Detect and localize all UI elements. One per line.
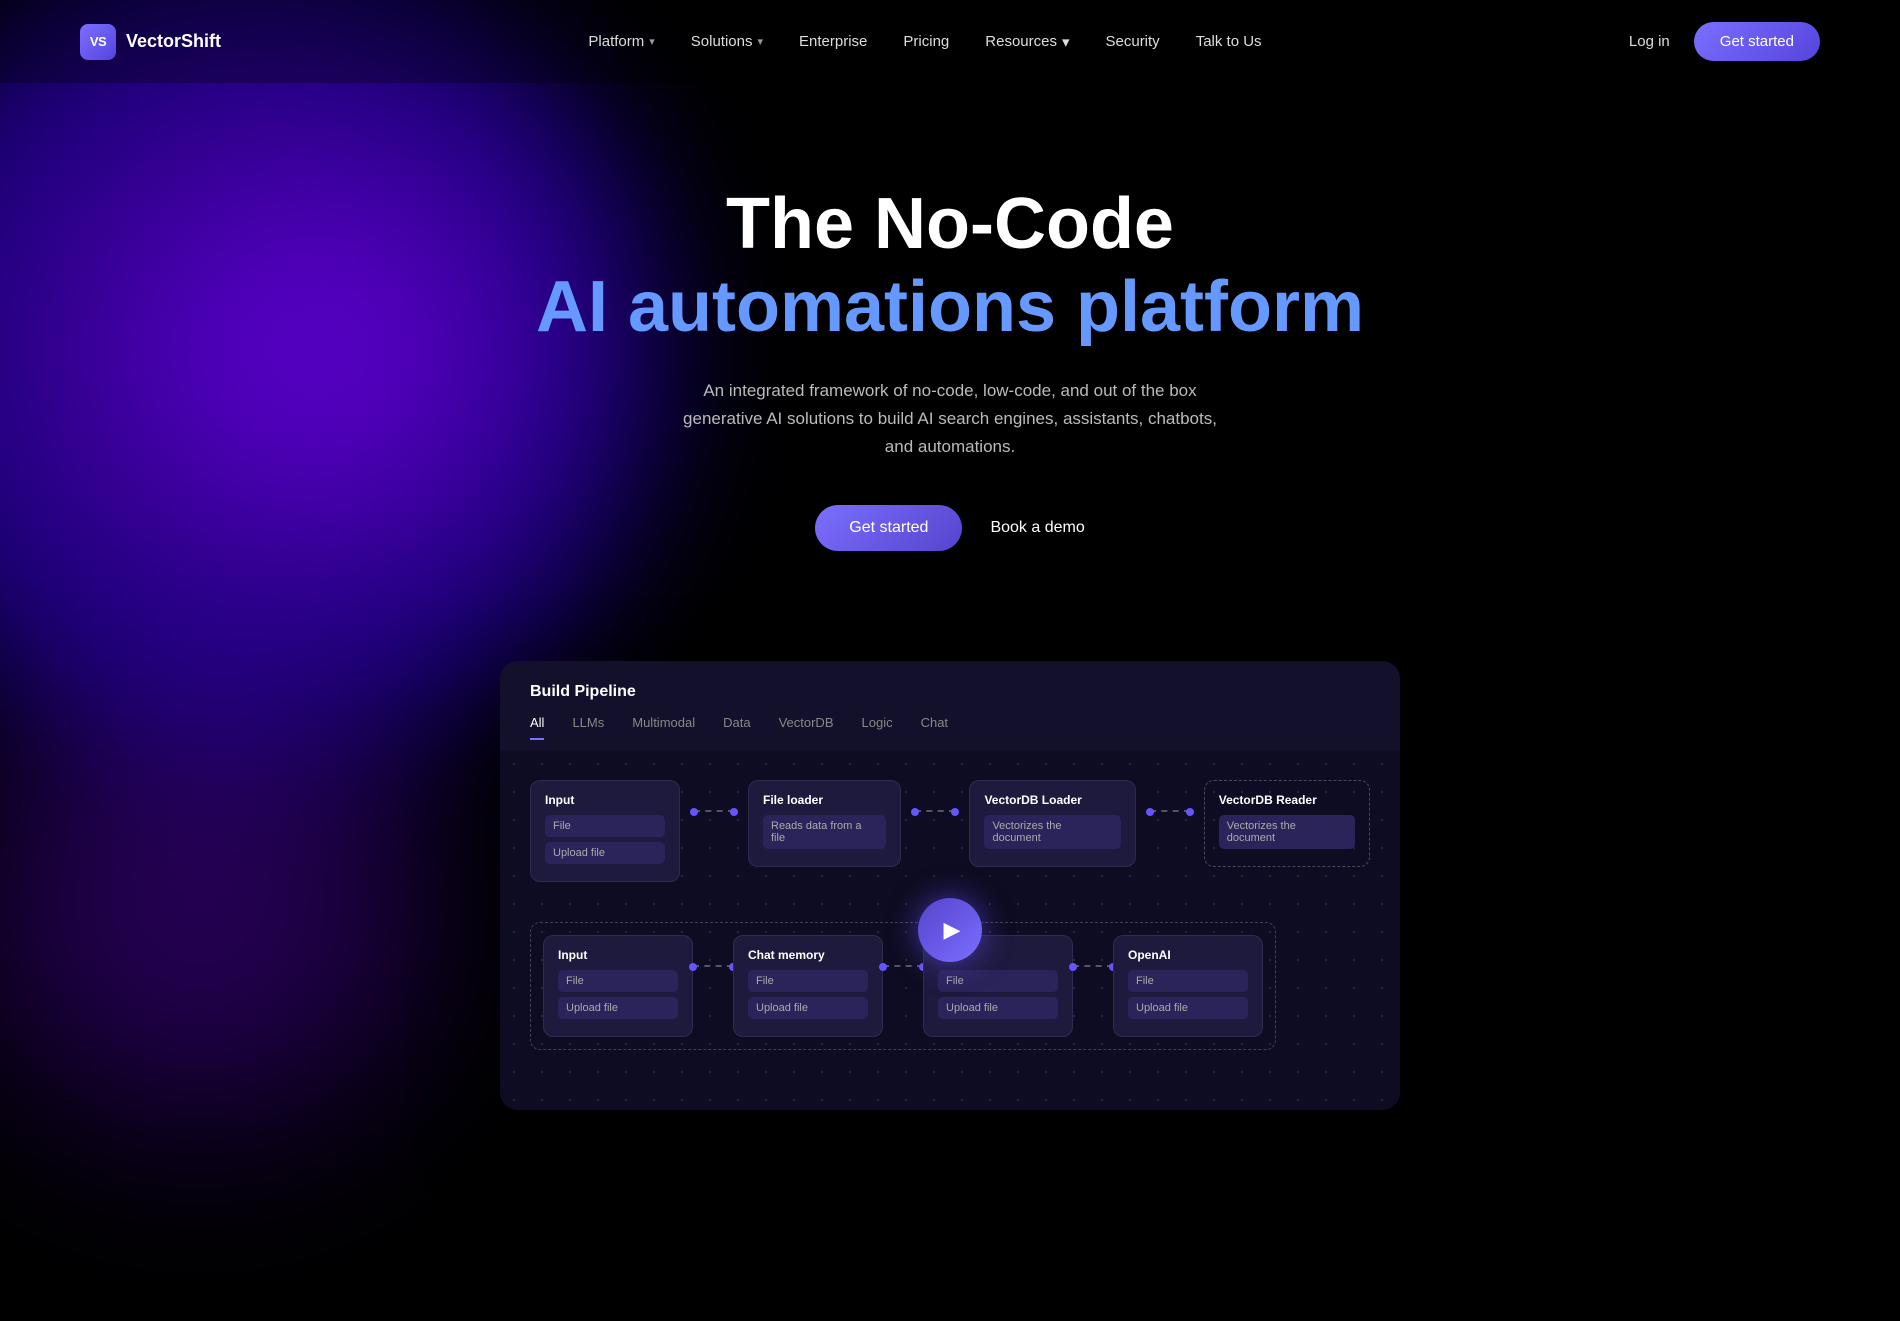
connector-line-6 (1073, 965, 1113, 967)
input-node-2-field-2: Upload file (558, 997, 678, 1019)
book-demo-button[interactable]: Book a demo (990, 519, 1084, 537)
vectordb-reader-field: Vectorizes the document (1219, 815, 1355, 849)
pipeline-tab-vectordb[interactable]: VectorDB (779, 715, 834, 740)
hero-title-line1: The No-Code (20, 183, 1880, 266)
input-node-2: Input File Upload file (543, 935, 693, 1037)
login-link[interactable]: Log in (1629, 33, 1670, 50)
vectordb-reader-node: VectorDB Reader Vectorizes the document (1204, 780, 1370, 867)
hero-section: The No-Code AI automations platform An i… (0, 83, 1900, 611)
vectordb-reader-title: VectorDB Reader (1219, 793, 1355, 807)
connector-5 (883, 935, 923, 967)
text-node-field-1: File (938, 970, 1058, 992)
file-loader-node: File loader Reads data from a file (748, 780, 901, 867)
get-started-nav-button[interactable]: Get started (1694, 22, 1820, 61)
nav-talk-to-us[interactable]: Talk to Us (1196, 33, 1262, 50)
openai-node: OpenAI File Upload file (1113, 935, 1263, 1037)
input-node-1: Input File Upload file (530, 780, 680, 882)
chat-memory-field-2: Upload file (748, 997, 868, 1019)
get-started-hero-button[interactable]: Get started (815, 505, 962, 551)
pipeline-tab-all[interactable]: All (530, 715, 544, 740)
logo-text: VectorShift (126, 31, 221, 52)
input-node-1-title: Input (545, 793, 665, 807)
navbar: VS VectorShift Platform ▾ Solutions ▾ En… (0, 0, 1900, 83)
pipeline-demo: Build Pipeline All LLMs Multimodal Data … (500, 661, 1400, 1110)
vectordb-loader-node: VectorDB Loader Vectorizes the document (969, 780, 1135, 867)
nav-security[interactable]: Security (1106, 33, 1160, 50)
pipeline-header: Build Pipeline (500, 661, 1400, 701)
play-icon: ▶ (944, 917, 961, 943)
chevron-down-icon: ▾ (758, 35, 764, 48)
connector-line-5 (883, 965, 923, 967)
nav-actions: Log in Get started (1629, 22, 1820, 61)
openai-node-field-2: Upload file (1128, 997, 1248, 1019)
connector-4 (693, 935, 733, 967)
pipeline-tab-chat[interactable]: Chat (921, 715, 948, 740)
vectordb-loader-title: VectorDB Loader (984, 793, 1120, 807)
hero-actions: Get started Book a demo (20, 505, 1880, 551)
pipeline-row-1: Input File Upload file File loader Reads… (530, 780, 1370, 882)
chat-memory-node: Chat memory File Upload file (733, 935, 883, 1037)
input-node-1-field-1: File (545, 815, 665, 837)
file-loader-field: Reads data from a file (763, 815, 886, 849)
nav-resources[interactable]: Resources ▾ (985, 33, 1069, 51)
pipeline-title: Build Pipeline (530, 683, 636, 701)
nav-links: Platform ▾ Solutions ▾ Enterprise Pricin… (588, 33, 1261, 51)
connector-line-4 (693, 965, 733, 967)
pipeline-tab-data[interactable]: Data (723, 715, 750, 740)
text-node-field-2: Upload file (938, 997, 1058, 1019)
chat-memory-field-1: File (748, 970, 868, 992)
connector-6 (1073, 935, 1113, 967)
vectordb-loader-field: Vectorizes the document (984, 815, 1120, 849)
input-node-2-field-1: File (558, 970, 678, 992)
logo-link[interactable]: VS VectorShift (80, 24, 221, 60)
input-node-1-field-2: Upload file (545, 842, 665, 864)
connector-line-2 (915, 810, 955, 812)
pipeline-tab-multimodal[interactable]: Multimodal (632, 715, 695, 740)
logo-icon: VS (80, 24, 116, 60)
pipeline-tab-llms[interactable]: LLMs (572, 715, 604, 740)
pipeline-row-2-group: Input File Upload file Chat memory File … (530, 922, 1276, 1050)
pipeline-canvas: Input File Upload file File loader Reads… (500, 750, 1400, 1110)
connector-1 (694, 780, 734, 812)
openai-node-title: OpenAI (1128, 948, 1248, 962)
nav-pricing[interactable]: Pricing (903, 33, 949, 50)
hero-title-line2: AI automations platform (20, 266, 1880, 349)
nav-platform[interactable]: Platform ▾ (588, 33, 654, 50)
connector-3 (1150, 780, 1190, 812)
file-loader-title: File loader (763, 793, 886, 807)
connector-line-3 (1150, 810, 1190, 812)
pipeline-tabs: All LLMs Multimodal Data VectorDB Logic … (500, 701, 1400, 740)
chat-memory-title: Chat memory (748, 948, 868, 962)
connector-line-1 (694, 810, 734, 812)
chevron-down-icon: ▾ (1062, 33, 1070, 51)
nav-enterprise[interactable]: Enterprise (799, 33, 867, 50)
input-node-2-title: Input (558, 948, 678, 962)
hero-subtitle: An integrated framework of no-code, low-… (670, 377, 1230, 461)
pipeline-tab-logic[interactable]: Logic (862, 715, 893, 740)
chevron-down-icon: ▾ (649, 35, 655, 48)
openai-node-field-1: File (1128, 970, 1248, 992)
connector-2 (915, 780, 955, 812)
play-button[interactable]: ▶ (918, 898, 982, 962)
nav-solutions[interactable]: Solutions ▾ (691, 33, 763, 50)
